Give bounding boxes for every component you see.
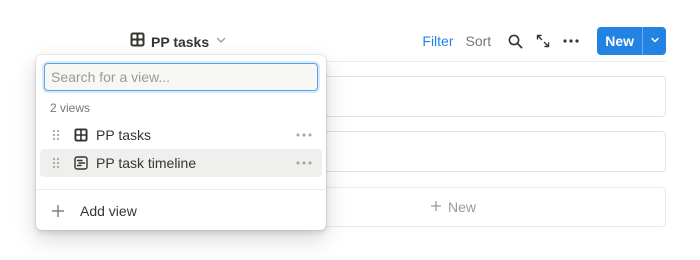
- view-item-label: PP tasks: [96, 127, 151, 143]
- table-icon: [72, 128, 90, 142]
- new-dropdown-button[interactable]: [642, 27, 666, 55]
- view-item-pp-task-timeline[interactable]: PP task timeline: [40, 149, 322, 177]
- new-button-group: New: [597, 27, 666, 55]
- search-icon[interactable]: [501, 27, 529, 55]
- view-search-input[interactable]: [44, 63, 318, 91]
- menu-divider: [36, 189, 326, 190]
- view-item-label: PP task timeline: [96, 155, 197, 171]
- plus-icon: [430, 199, 442, 215]
- view-switcher[interactable]: PP tasks: [130, 30, 227, 54]
- chevron-down-icon: [215, 33, 227, 51]
- view-title: PP tasks: [151, 34, 210, 50]
- chevron-down-icon: [650, 32, 660, 50]
- timeline-icon: [72, 156, 90, 170]
- new-button[interactable]: New: [597, 27, 642, 55]
- add-view-button[interactable]: Add view: [40, 197, 322, 225]
- views-count: 2 views: [50, 101, 91, 115]
- plus-icon: [50, 204, 66, 218]
- more-icon[interactable]: [294, 155, 314, 171]
- view-menu: 2 views PP tasks: [36, 55, 326, 230]
- drag-handle-icon[interactable]: [48, 129, 64, 141]
- drag-handle-icon[interactable]: [48, 157, 64, 169]
- add-view-label: Add view: [80, 203, 137, 219]
- view-item-pp-tasks[interactable]: PP tasks: [40, 121, 322, 149]
- expand-icon[interactable]: [529, 27, 557, 55]
- more-icon[interactable]: [294, 127, 314, 143]
- sort-button[interactable]: Sort: [460, 33, 498, 49]
- filter-button[interactable]: Filter: [416, 33, 459, 49]
- add-row-label: New: [447, 199, 476, 215]
- view-search: [44, 63, 318, 91]
- table-icon: [130, 32, 145, 52]
- more-icon[interactable]: [557, 27, 585, 55]
- toolbar: Filter Sort New: [416, 27, 666, 55]
